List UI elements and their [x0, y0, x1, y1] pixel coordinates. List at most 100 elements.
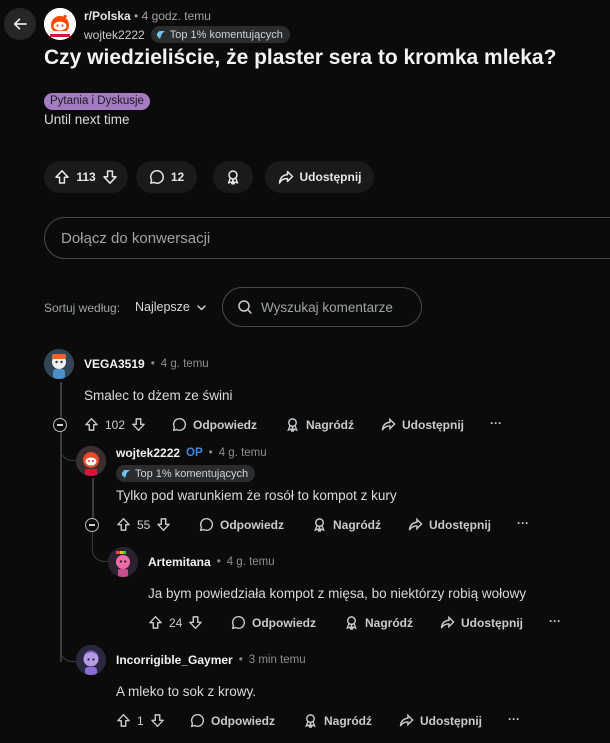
comment-time: 3 min temu: [248, 654, 306, 666]
reply-label: Odpowiedz: [211, 713, 275, 728]
search-comments-input[interactable]: Wyszukaj komentarze: [222, 287, 422, 327]
comment-header: VEGA3519 • 4 g. temu: [84, 357, 209, 371]
post-meta: r/Polska • 4 godz. temu: [84, 9, 211, 23]
collapse-button[interactable]: [53, 418, 67, 432]
downvote-icon[interactable]: [188, 615, 203, 630]
subreddit-avatar[interactable]: [44, 8, 76, 40]
subreddit-name[interactable]: r/Polska: [84, 9, 131, 23]
vote-count: 1: [137, 713, 144, 728]
comment-icon: [231, 615, 246, 630]
vote-count: 113: [76, 170, 96, 184]
comment-icon: [190, 713, 205, 728]
comments-button[interactable]: 12: [136, 161, 197, 193]
avatar[interactable]: [108, 547, 138, 577]
avatar[interactable]: [76, 645, 106, 675]
join-conversation-input[interactable]: Dołącz do konwersacji: [44, 217, 610, 259]
post-flair[interactable]: Pytania i Dyskusje: [44, 93, 150, 110]
downvote-icon[interactable]: [131, 417, 146, 432]
award-button[interactable]: Nagródź: [344, 615, 413, 630]
post-author[interactable]: wojtek2222: [84, 28, 145, 42]
share-button[interactable]: Udostępnij: [265, 161, 374, 193]
award-button[interactable]: [213, 161, 253, 193]
comment-vote: 24: [148, 615, 203, 630]
share-label: Udostępnij: [429, 517, 491, 532]
reply-label: Odpowiedz: [252, 615, 316, 630]
downvote-icon[interactable]: [102, 169, 118, 185]
reply-button[interactable]: Odpowiedz: [190, 713, 275, 728]
comment-time: 4 g. temu: [226, 556, 275, 568]
more-icon: ···: [490, 416, 502, 430]
author-badge: Top 1% komentujących: [116, 465, 256, 484]
downvote-icon[interactable]: [156, 517, 171, 532]
reply-label: Odpowiedz: [193, 417, 257, 432]
vote-count: 102: [105, 417, 126, 432]
share-button[interactable]: Udostępnij: [440, 615, 523, 630]
comment-vote: 1: [116, 713, 165, 728]
author-badge: Top 1% komentujących: [150, 26, 290, 43]
comment-vote: 55: [116, 517, 171, 532]
post-time: 4 godz. temu: [141, 9, 211, 23]
reply-button[interactable]: Odpowiedz: [231, 615, 316, 630]
share-icon: [381, 417, 396, 431]
comment-author[interactable]: VEGA3519: [84, 357, 145, 371]
share-button[interactable]: Udostępnij: [399, 713, 482, 728]
upvote-icon[interactable]: [54, 169, 70, 185]
more-options-button[interactable]: ···: [508, 712, 520, 726]
award-icon: [227, 170, 239, 185]
downvote-icon[interactable]: [150, 713, 165, 728]
award-button[interactable]: Nagródź: [303, 713, 372, 728]
comment-vote: 102: [84, 417, 146, 432]
comment-author[interactable]: wojtek2222: [116, 446, 180, 460]
comment-header: Incorrigible_Gaymer • 3 min temu: [116, 653, 306, 667]
author-badge-label: Top 1% komentujących: [169, 28, 283, 41]
join-placeholder: Dołącz do konwersacji: [61, 229, 211, 247]
award-icon: [314, 518, 325, 532]
share-button[interactable]: Udostępnij: [408, 517, 491, 532]
upvote-icon[interactable]: [116, 517, 131, 532]
reply-button[interactable]: Odpowiedz: [172, 417, 257, 432]
comment-author[interactable]: Artemitana: [148, 555, 211, 569]
award-label: Nagródź: [365, 615, 413, 630]
more-options-button[interactable]: ···: [549, 614, 561, 628]
avatar[interactable]: [76, 446, 106, 476]
comment-header: Artemitana • 4 g. temu: [148, 555, 275, 569]
comment-icon: [172, 417, 187, 432]
reply-button[interactable]: Odpowiedz: [199, 517, 284, 532]
award-button[interactable]: Nagródź: [285, 417, 354, 432]
comment-text: Tylko pod warunkiem że rosół to kompot z…: [116, 488, 397, 503]
award-label: Nagródź: [333, 517, 381, 532]
comment-author[interactable]: Incorrigible_Gaymer: [116, 653, 233, 667]
award-label: Nagródź: [306, 417, 354, 432]
search-placeholder: Wyszukaj komentarze: [261, 299, 393, 315]
reply-label: Odpowiedz: [220, 517, 284, 532]
more-icon: ···: [508, 712, 520, 726]
share-icon: [440, 615, 455, 629]
chevron-down-icon: [197, 304, 206, 310]
more-icon: ···: [517, 516, 529, 530]
award-button[interactable]: Nagródź: [312, 517, 381, 532]
op-badge: OP: [186, 447, 203, 459]
award-icon: [346, 616, 357, 630]
share-label: Udostępnij: [299, 170, 362, 184]
sort-dropdown[interactable]: Najlepsze: [135, 300, 207, 314]
share-icon: [278, 170, 293, 184]
share-button[interactable]: Udostępnij: [381, 417, 464, 432]
upvote-icon[interactable]: [116, 713, 131, 728]
award-label: Nagródź: [324, 713, 372, 728]
more-options-button[interactable]: ···: [517, 516, 529, 530]
comment-count: 12: [170, 170, 185, 184]
author-badge-label: Top 1% komentujących: [135, 467, 249, 480]
back-button[interactable]: [4, 8, 36, 40]
arrow-left-icon: [13, 18, 27, 30]
upvote-icon[interactable]: [84, 417, 99, 432]
upvote-icon[interactable]: [148, 615, 163, 630]
share-icon: [399, 713, 414, 727]
share-label: Udostępnij: [420, 713, 482, 728]
comment-time: 4 g. temu: [218, 447, 267, 459]
share-label: Udostępnij: [461, 615, 523, 630]
vote-pill: 113: [44, 161, 128, 193]
trophy-badge-icon: [156, 30, 165, 39]
collapse-button[interactable]: [85, 518, 99, 532]
more-options-button[interactable]: ···: [490, 416, 502, 430]
avatar[interactable]: [44, 349, 74, 379]
